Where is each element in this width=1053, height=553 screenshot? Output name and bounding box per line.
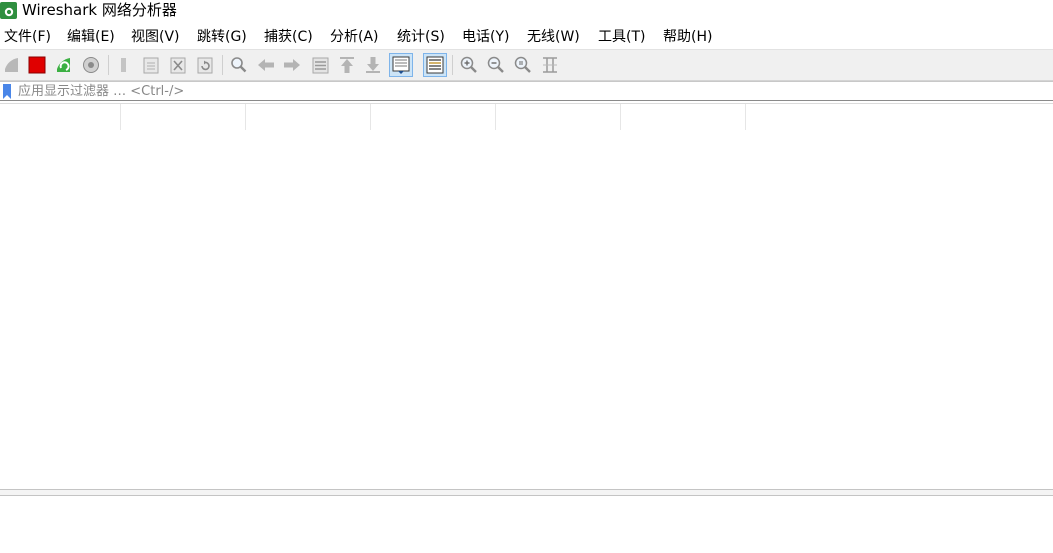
save-file-button[interactable] bbox=[139, 53, 163, 77]
menu-wireless[interactable]: 无线(W) bbox=[525, 25, 582, 49]
column-divider[interactable] bbox=[620, 104, 621, 130]
window-title: Wireshark 网络分析器 bbox=[22, 1, 177, 19]
menu-analyze[interactable]: 分析(A) bbox=[328, 25, 381, 49]
save-file-icon bbox=[143, 57, 159, 74]
menu-go[interactable]: 跳转(G) bbox=[195, 25, 249, 49]
go-first-packet-icon bbox=[340, 57, 354, 73]
find-packet-button[interactable] bbox=[227, 53, 251, 77]
column-divider[interactable] bbox=[370, 104, 371, 130]
go-to-packet-button[interactable] bbox=[308, 53, 332, 77]
find-packet-icon bbox=[231, 57, 247, 73]
zoom-out-button[interactable] bbox=[484, 53, 508, 77]
column-divider[interactable] bbox=[745, 104, 746, 130]
close-file-button[interactable] bbox=[166, 53, 190, 77]
column-divider[interactable] bbox=[120, 104, 121, 130]
go-last-packet-icon bbox=[366, 57, 380, 73]
zoom-out-icon bbox=[487, 56, 504, 73]
title-bar: Wireshark 网络分析器 bbox=[0, 0, 1053, 22]
column-divider[interactable] bbox=[495, 104, 496, 130]
column-divider[interactable] bbox=[245, 104, 246, 130]
auto-scroll-button[interactable] bbox=[389, 53, 413, 77]
toolbar-separator bbox=[222, 55, 223, 75]
restart-capture-icon bbox=[57, 58, 70, 72]
menu-view[interactable]: 视图(V) bbox=[129, 25, 182, 49]
go-forward-icon bbox=[284, 59, 300, 71]
go-first-packet-button[interactable] bbox=[335, 53, 359, 77]
menu-bar: 文件(F) 编辑(E) 视图(V) 跳转(G) 捕获(C) 分析(A) 统计(S… bbox=[0, 25, 1053, 49]
go-forward-button[interactable] bbox=[280, 53, 304, 77]
open-file-button[interactable] bbox=[112, 53, 136, 77]
go-back-button[interactable] bbox=[254, 53, 278, 77]
normal-size-button[interactable] bbox=[511, 53, 535, 77]
go-to-packet-icon bbox=[312, 57, 329, 74]
stop-capture-icon bbox=[28, 56, 46, 74]
packet-details-pane[interactable] bbox=[0, 497, 1053, 553]
capture-options-button[interactable] bbox=[79, 53, 103, 77]
menu-statistics[interactable]: 统计(S) bbox=[395, 25, 447, 49]
resize-columns-icon bbox=[543, 57, 557, 73]
menu-help[interactable]: 帮助(H) bbox=[661, 25, 714, 49]
menu-edit[interactable]: 编辑(E) bbox=[65, 25, 117, 49]
pane-splitter[interactable] bbox=[0, 489, 1053, 496]
display-filter-input[interactable] bbox=[16, 82, 1050, 100]
colorize-button[interactable] bbox=[423, 53, 447, 77]
close-file-icon bbox=[170, 57, 186, 74]
wireshark-logo-icon bbox=[0, 2, 17, 19]
zoom-in-icon bbox=[460, 56, 477, 73]
menu-telephony[interactable]: 电话(Y) bbox=[460, 25, 511, 49]
colorize-icon bbox=[426, 56, 444, 74]
reload-file-icon bbox=[197, 57, 213, 74]
go-last-packet-button[interactable] bbox=[361, 53, 385, 77]
resize-columns-button[interactable] bbox=[538, 53, 562, 77]
packet-list-pane[interactable] bbox=[0, 103, 1053, 489]
normal-size-icon bbox=[514, 56, 531, 73]
menu-capture[interactable]: 捕获(C) bbox=[262, 25, 315, 49]
start-capture-icon bbox=[5, 58, 18, 72]
zoom-in-button[interactable] bbox=[457, 53, 481, 77]
main-toolbar bbox=[0, 49, 1053, 81]
auto-scroll-icon bbox=[392, 56, 410, 74]
bookmark-icon[interactable] bbox=[2, 84, 12, 99]
display-filter-bar bbox=[0, 81, 1053, 101]
start-capture-button[interactable] bbox=[0, 53, 24, 77]
menu-file[interactable]: 文件(F) bbox=[2, 25, 53, 49]
capture-options-icon bbox=[83, 57, 99, 73]
restart-capture-button[interactable] bbox=[52, 53, 76, 77]
stop-capture-button[interactable] bbox=[25, 53, 49, 77]
menu-tools[interactable]: 工具(T) bbox=[596, 25, 647, 49]
toolbar-separator bbox=[452, 55, 453, 75]
reload-file-button[interactable] bbox=[193, 53, 217, 77]
go-back-icon bbox=[258, 59, 274, 71]
toolbar-separator bbox=[108, 55, 109, 75]
open-file-icon bbox=[121, 58, 126, 72]
